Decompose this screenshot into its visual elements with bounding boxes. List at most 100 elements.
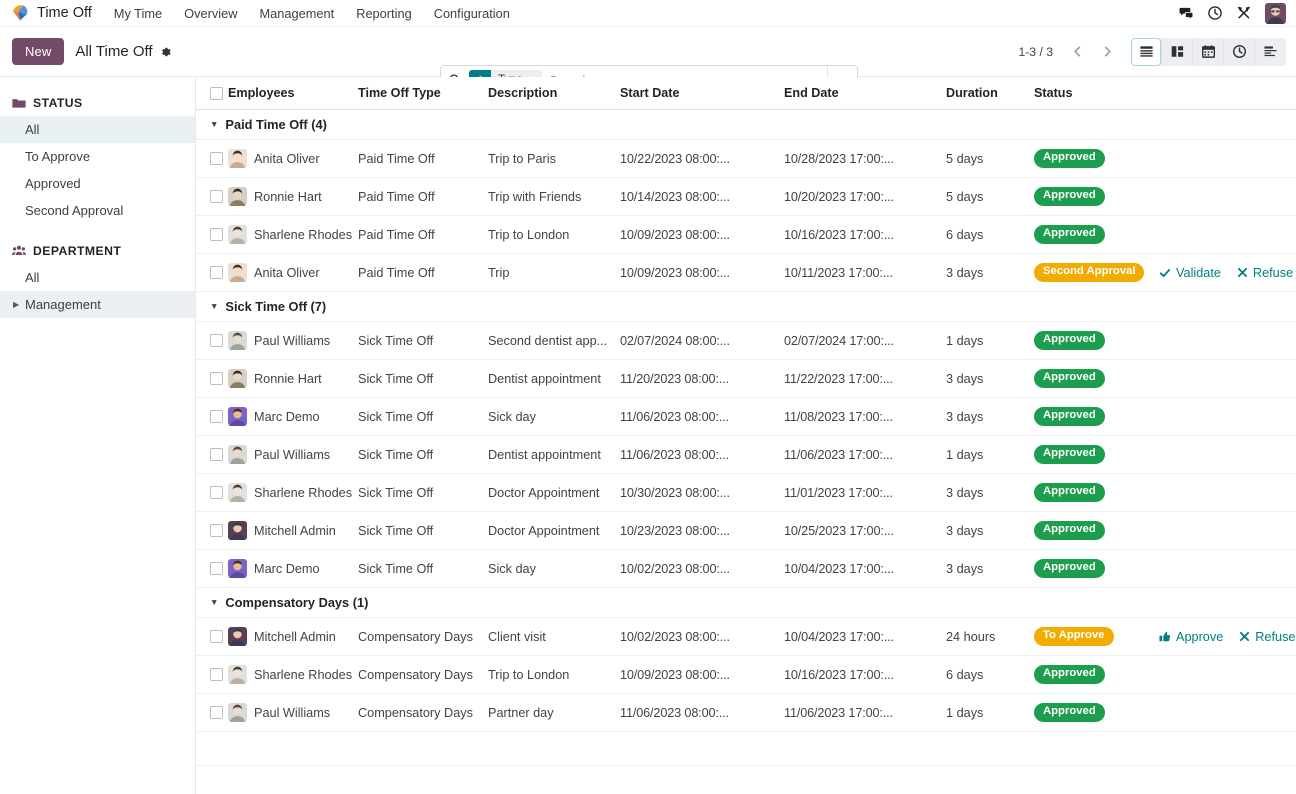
- row-checkbox[interactable]: [210, 152, 223, 165]
- cell-duration: 3 days: [946, 549, 1034, 588]
- row-checkbox[interactable]: [210, 228, 223, 241]
- debug-tools-icon[interactable]: [1236, 5, 1252, 21]
- row-select-cell: [196, 139, 228, 178]
- table-row[interactable]: Anita Oliver Paid Time Off Trip 10/09/20…: [196, 253, 1296, 292]
- column-header-employees[interactable]: Employees: [228, 77, 358, 110]
- sidebar-item-status-approved[interactable]: Approved: [0, 170, 195, 197]
- row-checkbox[interactable]: [210, 190, 223, 203]
- row-checkbox[interactable]: [210, 266, 223, 279]
- table-row[interactable]: Anita Oliver Paid Time Off Trip to Paris…: [196, 139, 1296, 178]
- chevron-right-icon[interactable]: ▶: [13, 300, 19, 309]
- row-checkbox[interactable]: [210, 668, 223, 681]
- table-row[interactable]: Paul Williams Compensatory Days Partner …: [196, 693, 1296, 732]
- sidebar-item-status-second-approval[interactable]: Second Approval: [0, 197, 195, 224]
- group-header-row[interactable]: ▼ Compensatory Days (1): [196, 587, 1296, 618]
- row-action-approve[interactable]: Approve: [1159, 630, 1223, 644]
- table-row[interactable]: Mitchell Admin Sick Time Off Doctor Appo…: [196, 511, 1296, 550]
- control-panel: New All Time Off Typ: [0, 27, 1296, 95]
- list-view-button[interactable]: [1131, 37, 1162, 66]
- cell-duration: 3 days: [946, 253, 1034, 292]
- nav-item-configuration[interactable]: Configuration: [434, 6, 510, 21]
- column-header-end-date[interactable]: End Date: [784, 77, 946, 110]
- table-row[interactable]: Marc Demo Sick Time Off Sick day 11/06/2…: [196, 397, 1296, 436]
- time-off-umbrella-logo[interactable]: [10, 3, 30, 23]
- kanban-view-button[interactable]: [1162, 37, 1193, 66]
- pager-previous-button[interactable]: [1063, 38, 1091, 66]
- cell-actions: [1159, 655, 1296, 694]
- table-row[interactable]: Ronnie Hart Paid Time Off Trip with Frie…: [196, 177, 1296, 216]
- row-checkbox[interactable]: [210, 410, 223, 423]
- messages-icon[interactable]: [1178, 5, 1194, 21]
- avatar: [228, 665, 247, 684]
- table-row[interactable]: Ronnie Hart Sick Time Off Dentist appoin…: [196, 359, 1296, 398]
- gantt-view-button[interactable]: [1255, 37, 1286, 66]
- group-header-row[interactable]: ▼ Paid Time Off (4): [196, 109, 1296, 140]
- row-checkbox[interactable]: [210, 524, 223, 537]
- avatar: [228, 521, 247, 540]
- cell-duration: 1 days: [946, 435, 1034, 474]
- cell-description: Trip with Friends: [488, 177, 620, 216]
- column-header-time-off-type[interactable]: Time Off Type: [358, 77, 488, 110]
- calendar-view-button[interactable]: [1193, 37, 1224, 66]
- gear-icon[interactable]: [160, 46, 172, 58]
- group-header-cell[interactable]: ▼ Sick Time Off (7): [196, 291, 1296, 322]
- group-header-cell[interactable]: ▼ Paid Time Off (4): [196, 109, 1296, 140]
- row-select-cell: [196, 177, 228, 216]
- row-checkbox[interactable]: [210, 448, 223, 461]
- table-row[interactable]: Marc Demo Sick Time Off Sick day 10/02/2…: [196, 549, 1296, 588]
- cell-employee: Marc Demo: [228, 549, 358, 588]
- activity-view-button[interactable]: [1224, 37, 1255, 66]
- row-action-refuse[interactable]: Refuse: [1239, 630, 1295, 644]
- sidebar-item-department-management[interactable]: ▶ Management: [0, 291, 195, 318]
- row-checkbox[interactable]: [210, 334, 223, 347]
- sidebar-item-department-all[interactable]: All: [0, 264, 195, 291]
- row-select-cell: [196, 473, 228, 512]
- caret-down-icon[interactable]: ▼: [210, 598, 218, 607]
- new-button[interactable]: New: [12, 38, 65, 65]
- nav-item-management[interactable]: Management: [260, 6, 335, 21]
- row-checkbox[interactable]: [210, 562, 223, 575]
- pager-count[interactable]: 1-3 / 3: [1018, 45, 1053, 59]
- column-header-description[interactable]: Description: [488, 77, 620, 110]
- sidebar-item-status-all[interactable]: All: [0, 116, 195, 143]
- row-checkbox[interactable]: [210, 630, 223, 643]
- cell-status: Approved: [1034, 359, 1159, 398]
- row-select-cell: [196, 617, 228, 656]
- user-avatar[interactable]: [1265, 2, 1286, 24]
- table-row[interactable]: Paul Williams Sick Time Off Second denti…: [196, 321, 1296, 360]
- sidebar-item-status-to-approve[interactable]: To Approve: [0, 143, 195, 170]
- cell-duration: 5 days: [946, 139, 1034, 178]
- group-header-row[interactable]: ▼ Sick Time Off (7): [196, 291, 1296, 322]
- cell-start-date: 11/06/2023 08:00:...: [620, 397, 784, 436]
- table-row[interactable]: Mitchell Admin Compensatory Days Client …: [196, 617, 1296, 656]
- activities-clock-icon[interactable]: [1207, 5, 1223, 21]
- table-row[interactable]: Sharlene Rhodes Compensatory Days Trip t…: [196, 655, 1296, 694]
- column-header-start-date[interactable]: Start Date: [620, 77, 784, 110]
- app-name[interactable]: Time Off: [37, 5, 92, 21]
- cell-employee: Mitchell Admin: [228, 511, 358, 550]
- select-all-checkbox[interactable]: [210, 86, 223, 100]
- cell-time-off-type: Sick Time Off: [358, 549, 488, 588]
- nav-item-overview[interactable]: Overview: [184, 6, 237, 21]
- row-checkbox[interactable]: [210, 706, 223, 719]
- column-header-duration[interactable]: Duration: [946, 77, 1034, 110]
- row-checkbox[interactable]: [210, 486, 223, 499]
- row-action-validate[interactable]: Validate: [1159, 266, 1221, 280]
- table-row[interactable]: Sharlene Rhodes Sick Time Off Doctor App…: [196, 473, 1296, 512]
- table-row[interactable]: Sharlene Rhodes Paid Time Off Trip to Lo…: [196, 215, 1296, 254]
- caret-down-icon[interactable]: ▼: [210, 302, 218, 311]
- caret-down-icon[interactable]: ▼: [210, 120, 218, 129]
- nav-item-reporting[interactable]: Reporting: [356, 6, 412, 21]
- column-header-status[interactable]: Status: [1034, 77, 1159, 110]
- row-select-cell: [196, 321, 228, 360]
- group-header-cell[interactable]: ▼ Compensatory Days (1): [196, 587, 1296, 618]
- time-off-table: Employees Time Off Type Description Star…: [196, 77, 1296, 766]
- cell-duration: 1 days: [946, 321, 1034, 360]
- pager-next-button[interactable]: [1093, 38, 1121, 66]
- row-checkbox[interactable]: [210, 372, 223, 385]
- table-row[interactable]: Paul Williams Sick Time Off Dentist appo…: [196, 435, 1296, 474]
- nav-item-my-time[interactable]: My Time: [114, 6, 162, 21]
- cell-status: Approved: [1034, 511, 1159, 550]
- row-action-refuse[interactable]: Refuse: [1237, 266, 1293, 280]
- page-title: All Time Off: [75, 43, 153, 60]
